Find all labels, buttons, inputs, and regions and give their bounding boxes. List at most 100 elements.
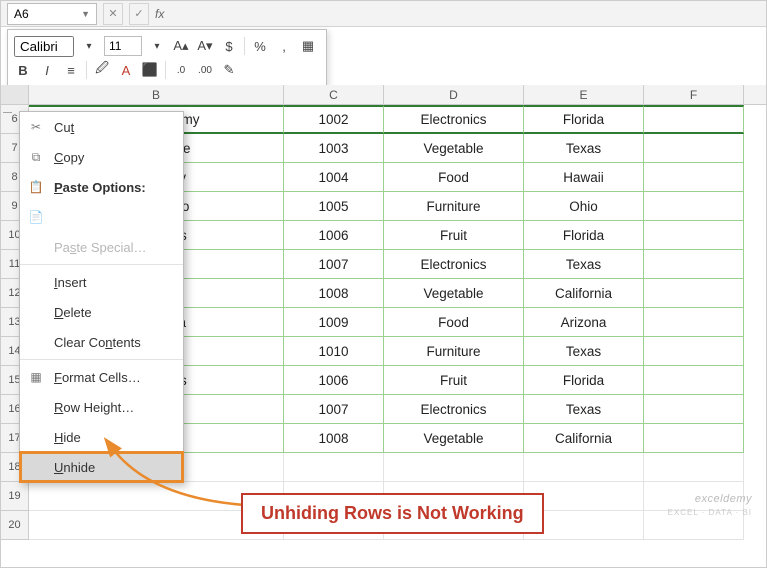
cell[interactable]: 1007: [284, 250, 384, 279]
fill-color-icon[interactable]: 🖉: [93, 61, 111, 79]
col-header-e[interactable]: E: [524, 85, 644, 104]
watermark-line2: EXCEL · DATA · BI: [668, 508, 752, 517]
cell[interactable]: Florida: [524, 221, 644, 250]
menu-item-delete[interactable]: Delete: [20, 297, 183, 327]
cell[interactable]: 1002: [284, 105, 384, 134]
menu-item-paste-options-[interactable]: 📋Paste Options:: [20, 172, 183, 202]
cell[interactable]: [644, 192, 744, 221]
menu-item-label: Copy: [54, 150, 84, 165]
cell[interactable]: Texas: [524, 134, 644, 163]
cut-icon: ✂: [28, 120, 44, 134]
watermark-line1: exceldemy: [695, 493, 752, 505]
decrease-font-icon[interactable]: A▾: [196, 37, 214, 55]
cell[interactable]: [644, 395, 744, 424]
cell[interactable]: [524, 453, 644, 482]
align-button[interactable]: ≡: [62, 61, 80, 79]
italic-button[interactable]: I: [38, 61, 56, 79]
cell[interactable]: [644, 105, 744, 134]
confirm-formula-button[interactable]: ✓: [129, 3, 149, 25]
comma-icon[interactable]: ,: [275, 37, 293, 55]
cell[interactable]: Electronics: [384, 105, 524, 134]
name-box[interactable]: A6 ▼: [7, 3, 97, 25]
cell[interactable]: Fruit: [384, 221, 524, 250]
cell[interactable]: [644, 250, 744, 279]
cell[interactable]: Fruit: [384, 366, 524, 395]
cell[interactable]: 1006: [284, 366, 384, 395]
cell[interactable]: 1009: [284, 308, 384, 337]
menu-item-label: Row Height…: [54, 400, 134, 415]
copy-icon: ⧉: [28, 150, 44, 165]
cell[interactable]: [644, 337, 744, 366]
font-color-icon[interactable]: A: [117, 61, 135, 79]
cell[interactable]: [644, 366, 744, 395]
menu-item-row-height-[interactable]: Row Height…: [20, 392, 183, 422]
cell[interactable]: [384, 453, 524, 482]
column-headers: B C D E F: [1, 85, 766, 105]
cell[interactable]: California: [524, 424, 644, 453]
cell[interactable]: 1007: [284, 395, 384, 424]
menu-item-copy[interactable]: ⧉ Copy: [20, 142, 183, 172]
cell[interactable]: 1008: [284, 279, 384, 308]
increase-decimal-icon[interactable]: .0: [172, 61, 190, 79]
cell[interactable]: Electronics: [384, 250, 524, 279]
font-size-select[interactable]: [104, 36, 142, 56]
cell[interactable]: 1003: [284, 134, 384, 163]
cell[interactable]: [644, 424, 744, 453]
borders-icon[interactable]: ⬛: [141, 61, 159, 79]
col-header-d[interactable]: D: [384, 85, 524, 104]
cell[interactable]: Texas: [524, 395, 644, 424]
menu-item-label: Hide: [54, 430, 81, 445]
cell[interactable]: Texas: [524, 337, 644, 366]
cell[interactable]: Vegetable: [384, 424, 524, 453]
bold-button[interactable]: B: [14, 61, 32, 79]
fx-label[interactable]: fx: [155, 7, 164, 21]
cell[interactable]: Furniture: [384, 337, 524, 366]
currency-icon[interactable]: $: [220, 37, 238, 55]
col-header-c[interactable]: C: [284, 85, 384, 104]
cell[interactable]: [644, 308, 744, 337]
cell[interactable]: 1005: [284, 192, 384, 221]
cell[interactable]: Vegetable: [384, 279, 524, 308]
border-icon[interactable]: ▦: [299, 37, 317, 55]
chevron-down-icon[interactable]: ▾: [148, 37, 166, 55]
paste-icon: 📄: [28, 210, 44, 224]
cell[interactable]: Florida: [524, 105, 644, 134]
cell[interactable]: 1006: [284, 221, 384, 250]
cell[interactable]: [644, 453, 744, 482]
col-header-f[interactable]: F: [644, 85, 744, 104]
format-painter-icon[interactable]: ✎: [220, 61, 238, 79]
chevron-down-icon[interactable]: ▾: [80, 37, 98, 55]
cell[interactable]: [644, 221, 744, 250]
cell[interactable]: Vegetable: [384, 134, 524, 163]
cell[interactable]: California: [524, 279, 644, 308]
col-header-b[interactable]: B: [29, 85, 284, 104]
cell[interactable]: [644, 134, 744, 163]
cell[interactable]: Furniture: [384, 192, 524, 221]
cell[interactable]: Florida: [524, 366, 644, 395]
cell[interactable]: Ohio: [524, 192, 644, 221]
row-header[interactable]: 20: [1, 511, 29, 540]
increase-font-icon[interactable]: A▴: [172, 37, 190, 55]
select-all-corner[interactable]: [1, 85, 29, 104]
cell[interactable]: 1004: [284, 163, 384, 192]
cell[interactable]: Hawaii: [524, 163, 644, 192]
cell[interactable]: [644, 279, 744, 308]
menu-item-format-cells-[interactable]: ▦Format Cells…: [20, 362, 183, 392]
cell[interactable]: Arizona: [524, 308, 644, 337]
cell[interactable]: 1010: [284, 337, 384, 366]
font-name-select[interactable]: [14, 36, 74, 57]
annotation-callout: Unhiding Rows is Not Working: [241, 493, 544, 534]
cell[interactable]: Electronics: [384, 395, 524, 424]
cell[interactable]: [644, 163, 744, 192]
menu-item-insert[interactable]: Insert: [20, 267, 183, 297]
cancel-formula-button[interactable]: ✕: [103, 3, 123, 25]
menu-item-clear-contents[interactable]: Clear Contents: [20, 327, 183, 357]
row-header[interactable]: 19: [1, 482, 29, 511]
row-context-menu: ✂Cut⧉Copy📋Paste Options:📄Paste Special…I…: [19, 111, 184, 483]
cell[interactable]: Food: [384, 163, 524, 192]
cell[interactable]: Food: [384, 308, 524, 337]
percent-icon[interactable]: %: [251, 37, 269, 55]
cell[interactable]: Texas: [524, 250, 644, 279]
menu-item-cut[interactable]: ✂Cut: [20, 112, 183, 142]
decrease-decimal-icon[interactable]: .00: [196, 61, 214, 79]
